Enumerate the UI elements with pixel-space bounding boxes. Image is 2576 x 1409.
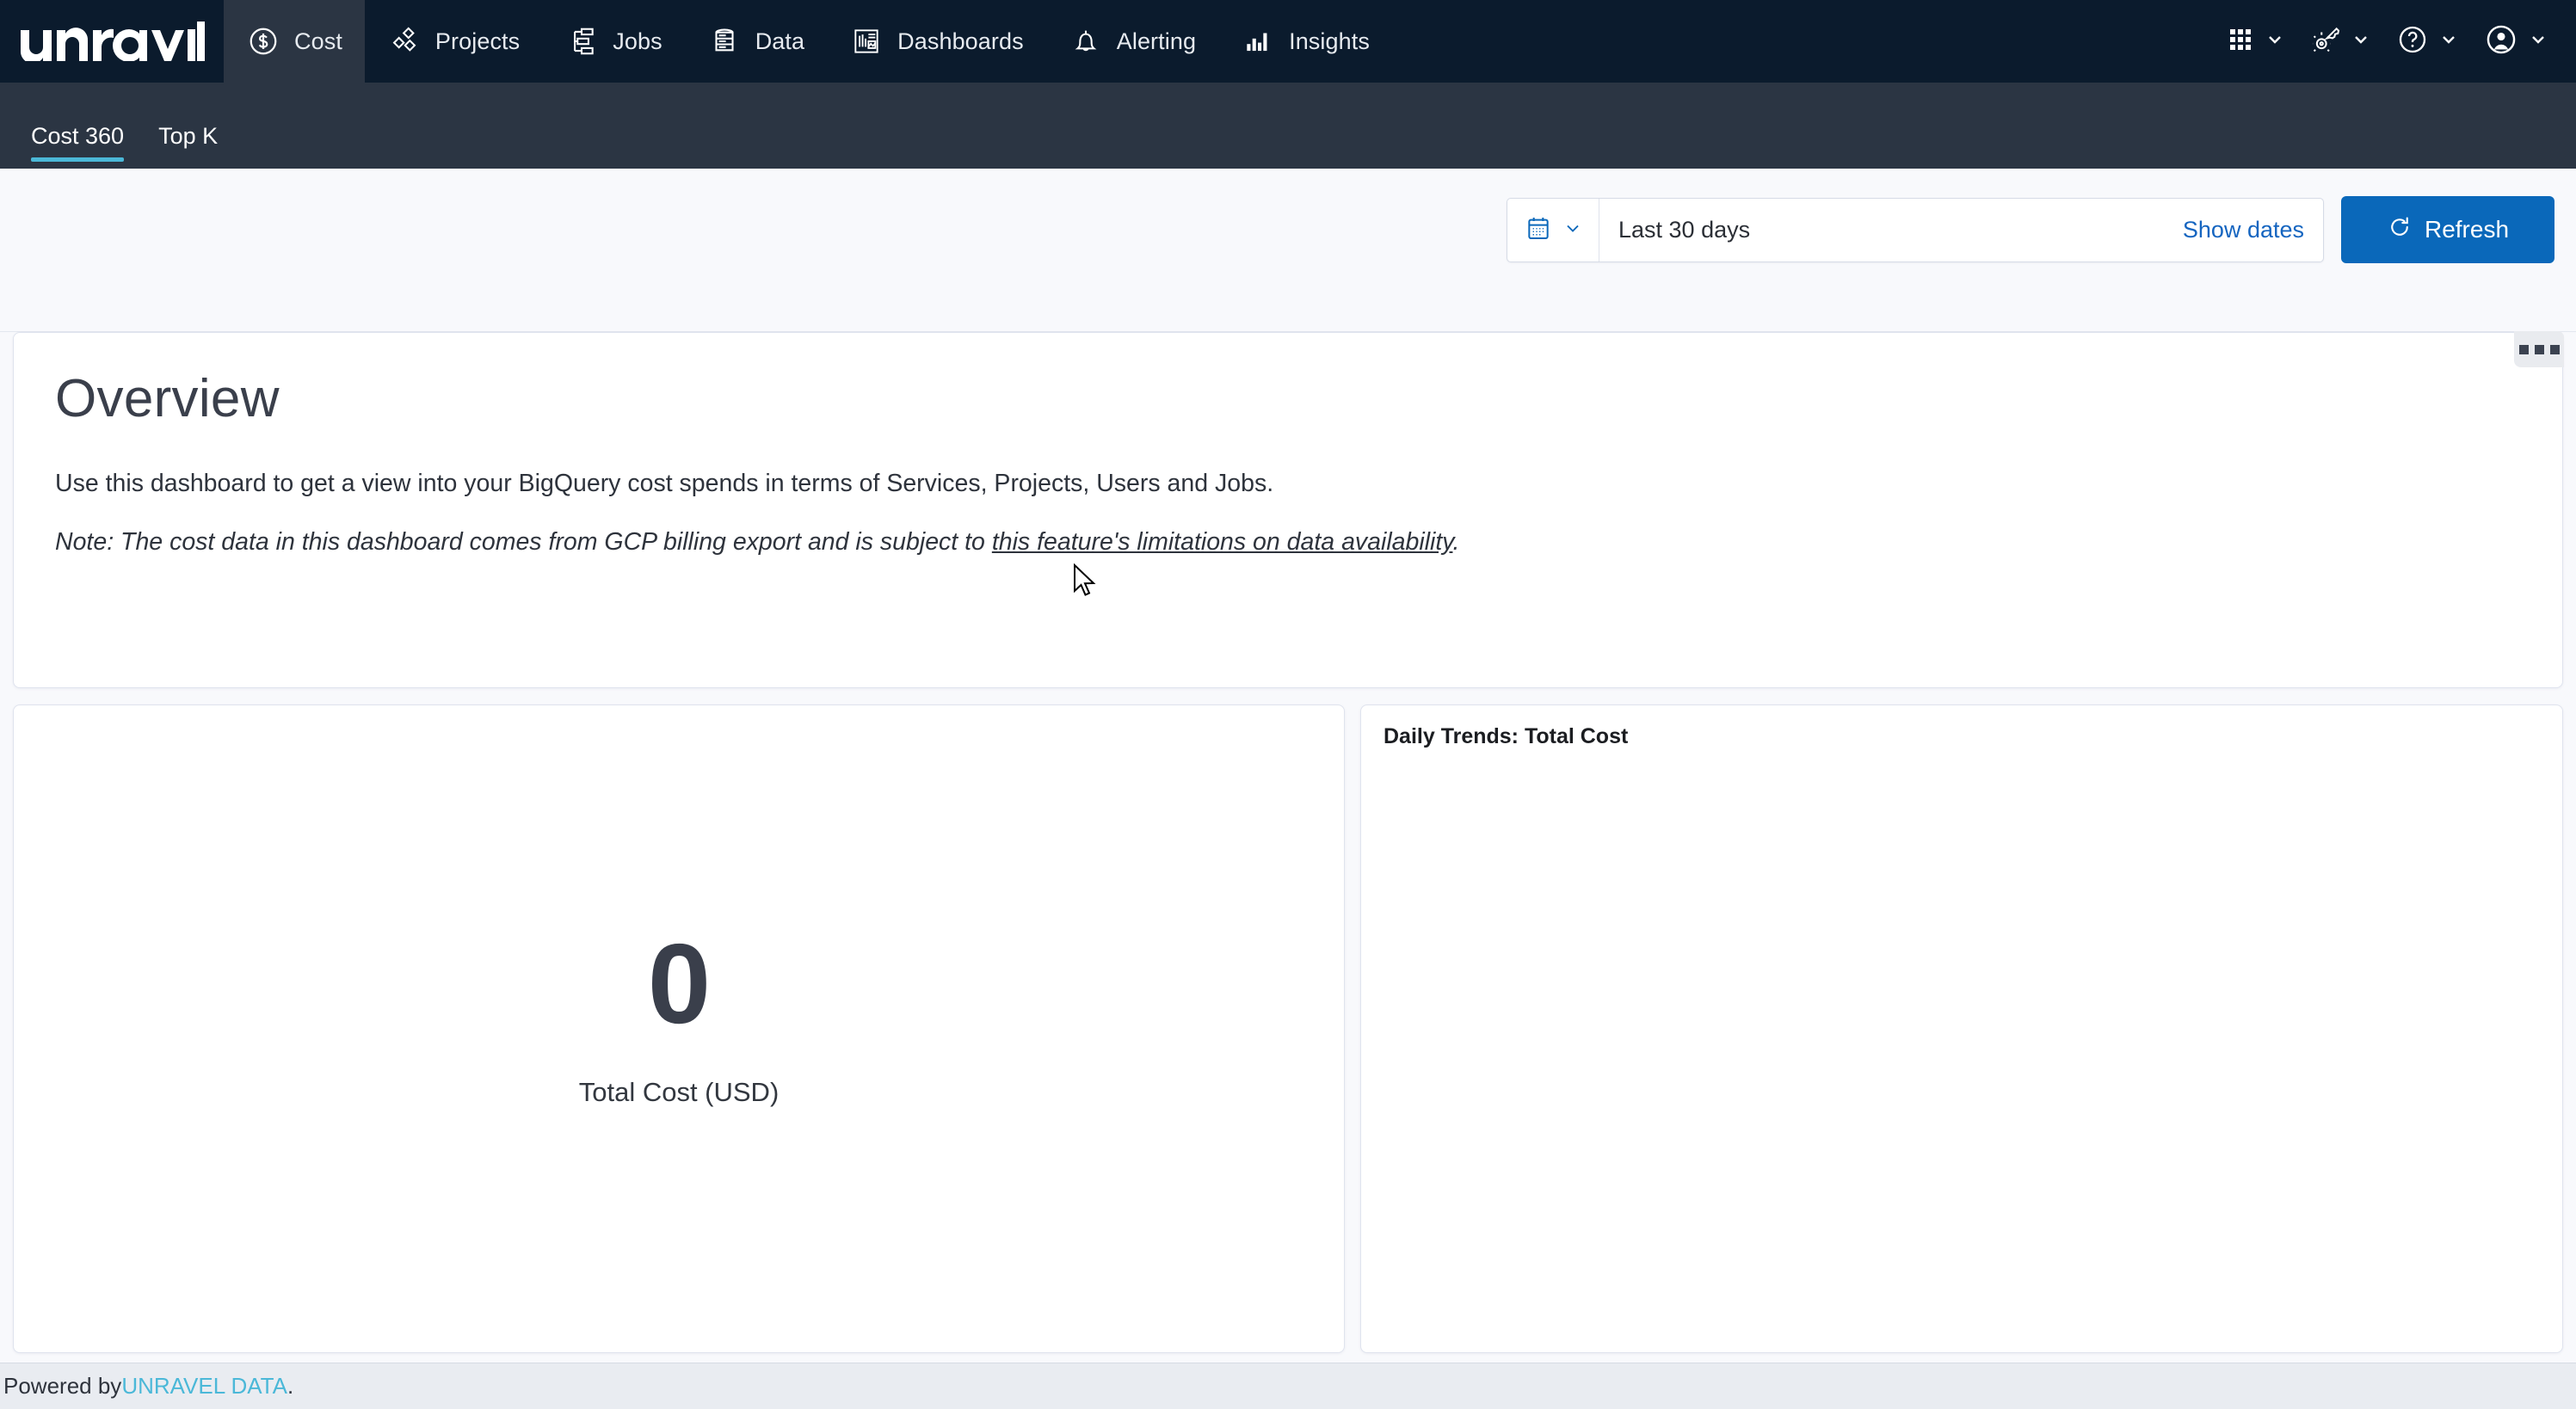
nav-item-alerting[interactable]: Alerting <box>1046 0 1218 83</box>
chevron-down-icon <box>2265 29 2285 54</box>
date-range-picker[interactable]: Last 30 days Show dates <box>1507 197 2324 262</box>
dashboards-icon <box>849 24 884 58</box>
apps-grid-icon <box>2225 24 2256 59</box>
footer-prefix: Powered by <box>3 1373 122 1399</box>
tab-cost-360-label: Cost 360 <box>31 123 125 149</box>
limitations-link[interactable]: this feature's limitations on data avail… <box>992 528 1453 556</box>
nav-label-data: Data <box>755 28 805 54</box>
bell-icon <box>1069 24 1103 58</box>
overview-description: Use this dashboard to get a view into yo… <box>55 470 1274 497</box>
jobs-flow-icon <box>564 24 599 58</box>
nav-label-jobs: Jobs <box>613 28 662 54</box>
unravel-logo-icon: ™ <box>20 22 205 61</box>
nav-item-dashboards[interactable]: Dashboards <box>827 0 1046 83</box>
dollar-circle-icon <box>246 24 280 58</box>
nav-item-data[interactable]: Data <box>685 0 827 83</box>
daily-trends-tile: Daily Trends: Total Cost <box>1360 704 2563 1353</box>
dot <box>2549 344 2560 354</box>
refresh-button[interactable]: Refresh <box>2341 196 2554 263</box>
tools-gear-wrench-icon <box>2309 23 2342 60</box>
nav-item-cost[interactable]: Cost <box>224 0 365 83</box>
overview-note-prefix: Note: The cost data in this dashboard co… <box>55 528 992 557</box>
tools-settings-button[interactable] <box>2297 0 2383 83</box>
more-options-icon[interactable] <box>2514 331 2564 367</box>
tab-active-underline <box>31 157 125 162</box>
nav-label-insights: Insights <box>1289 28 1370 54</box>
tiles-row: 0 Total Cost (USD) Daily Trends: Total C… <box>13 704 2563 1353</box>
footer-unravel-link[interactable]: UNRAVEL DATA <box>121 1373 287 1400</box>
tab-top-k-label: Top K <box>158 123 219 149</box>
chevron-down-icon <box>2528 29 2548 54</box>
date-range-value[interactable]: Last 30 days <box>1599 217 2183 243</box>
app-root: ™ Cost Projects Jobs Data Dashboards Ale… <box>0 0 2576 1409</box>
nav-label-cost: Cost <box>294 28 342 54</box>
dot <box>2518 344 2529 354</box>
footer-suffix: . <box>287 1373 294 1399</box>
nav-right-actions <box>2213 0 2576 83</box>
chevron-down-icon <box>2438 29 2459 54</box>
logo-tm-mark: ™ <box>196 24 205 34</box>
filter-toolbar: Last 30 days Show dates Refresh <box>0 169 2576 468</box>
top-navigation-bar: ™ Cost Projects Jobs Data Dashboards Ale… <box>0 0 2576 83</box>
chevron-down-icon <box>2351 29 2371 54</box>
user-avatar-icon <box>2483 22 2519 62</box>
bar-chart-icon <box>1241 24 1275 58</box>
total-cost-label: Total Cost (USD) <box>578 1077 780 1107</box>
nav-item-projects[interactable]: Projects <box>365 0 542 83</box>
refresh-icon <box>2387 214 2413 246</box>
sub-navigation-tabs: Cost 360 Top K <box>0 83 2576 169</box>
overview-note: Note: The cost data in this dashboard co… <box>55 526 2521 558</box>
nav-label-dashboards: Dashboards <box>897 28 1024 54</box>
date-range-controls: Last 30 days Show dates Refresh <box>1507 196 2554 263</box>
help-question-icon <box>2395 22 2430 61</box>
total-cost-value: 0 <box>647 920 711 1047</box>
apps-grid-button[interactable] <box>2213 0 2297 83</box>
dashboard-content: Overview Use this dashboard to get a vie… <box>0 331 2576 1363</box>
database-icon <box>707 24 742 58</box>
overview-panel: Overview Use this dashboard to get a vie… <box>13 331 2564 688</box>
total-cost-tile: 0 Total Cost (USD) <box>13 704 1345 1353</box>
primary-nav-items: Cost Projects Jobs Data Dashboards Alert… <box>224 0 1392 83</box>
show-dates-link[interactable]: Show dates <box>2183 217 2323 243</box>
page-footer: Powered by UNRAVEL DATA . <box>0 1363 2576 1409</box>
refresh-button-label: Refresh <box>2424 216 2510 243</box>
unravel-logo[interactable]: ™ <box>0 0 224 83</box>
chevron-down-icon <box>1562 218 1583 243</box>
calendar-dropdown-button[interactable] <box>1507 198 1599 261</box>
nav-item-insights[interactable]: Insights <box>1218 0 1392 83</box>
tab-cost-360[interactable]: Cost 360 <box>14 123 141 169</box>
dot <box>2534 344 2544 354</box>
projects-icon <box>387 24 422 58</box>
calendar-icon <box>1525 214 1552 246</box>
nav-label-projects: Projects <box>434 28 521 54</box>
nav-item-jobs[interactable]: Jobs <box>542 0 684 83</box>
overview-note-suffix: . <box>1452 528 1460 557</box>
page-title: Overview <box>55 369 280 428</box>
nav-label-alerting: Alerting <box>1116 28 1197 54</box>
user-account-button[interactable] <box>2471 0 2561 83</box>
help-button[interactable] <box>2383 0 2471 83</box>
total-cost-value-block: 0 Total Cost (USD) <box>14 927 1344 1108</box>
tab-top-k[interactable]: Top K <box>141 123 235 169</box>
daily-trends-title: Daily Trends: Total Cost <box>1384 724 1629 748</box>
